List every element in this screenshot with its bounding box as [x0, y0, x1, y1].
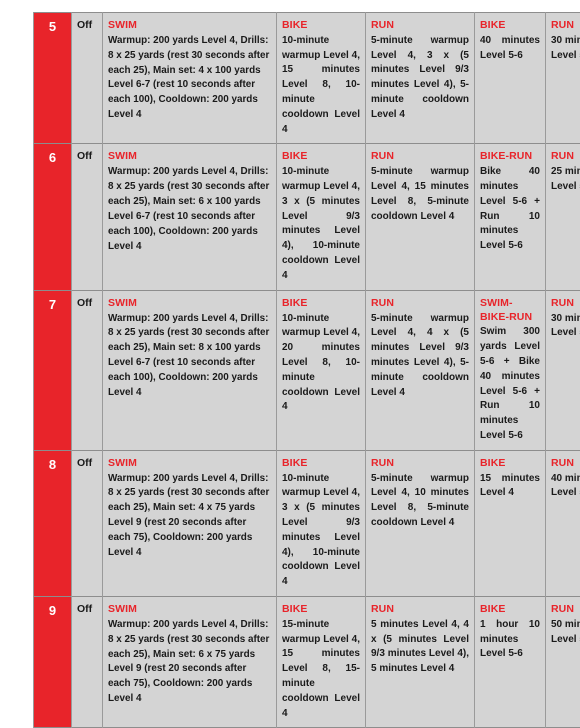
run-workout-cell: RUN 5-minute warmup Level 4, 3 x (5 minu…: [366, 13, 475, 144]
workout-detail: 40 minutes Level 5-6: [551, 472, 580, 502]
week-number-cell: 7: [34, 290, 72, 450]
workout-detail: 15 minutes Level 4: [480, 472, 540, 502]
table-row: 5 Off SWIM Warmup: 200 yards Level 4, Dr…: [34, 13, 580, 144]
rest-day-cell: Off: [72, 597, 103, 728]
workout-detail: 10-minute warmup Level 4, 15 minutes Lev…: [282, 34, 360, 138]
weekend-run-cell: RUN 50 minutes Level 5-6: [546, 597, 580, 728]
weekend-brick-cell: SWIM-BIKE-RUN Swim 300 yards Level 5-6 +…: [475, 290, 546, 450]
workout-detail: Warmup: 200 yards Level 4, Drills: 8 x 2…: [108, 312, 271, 401]
discipline-label: SWIM-BIKE-RUN: [480, 297, 540, 325]
workout-detail: Warmup: 200 yards Level 4, Drills: 8 x 2…: [108, 472, 271, 561]
discipline-label: BIKE: [480, 457, 540, 471]
week-number-cell: 6: [34, 144, 72, 290]
week-number-cell: 9: [34, 597, 72, 728]
weekend-run-cell: RUN 30 minutes Level 5-6: [546, 290, 580, 450]
weekend-brick-cell: BIKE-RUN Bike 40 minutes Level 5-6 + Run…: [475, 144, 546, 290]
table-row: 8 Off SWIM Warmup: 200 yards Level 4, Dr…: [34, 450, 580, 596]
weekend-run-cell: RUN 40 minutes Level 5-6: [546, 450, 580, 596]
rest-day-cell: Off: [72, 290, 103, 450]
discipline-label: RUN: [371, 297, 469, 311]
discipline-label: RUN: [371, 603, 469, 617]
discipline-label: SWIM: [108, 297, 271, 311]
discipline-label: BIKE: [282, 297, 360, 311]
discipline-label: RUN: [551, 603, 580, 617]
workout-detail: 5 minutes Level 4, 4 x (5 minutes Level …: [371, 618, 469, 677]
workout-detail: Swim 300 yards Level 5-6 + Bike 40 minut…: [480, 325, 540, 443]
workout-detail: 40 minutes Level 5-6: [480, 34, 540, 64]
workout-detail: 10-minute warmup Level 4, 3 x (5 minutes…: [282, 472, 360, 590]
discipline-label: RUN: [371, 19, 469, 33]
run-workout-cell: RUN 5 minutes Level 4, 4 x (5 minutes Le…: [366, 597, 475, 728]
discipline-label: RUN: [371, 150, 469, 164]
workout-detail: 10-minute warmup Level 4, 20 minutes Lev…: [282, 312, 360, 416]
weekend-bike-cell: BIKE 15 minutes Level 4: [475, 450, 546, 596]
bike-workout-cell: BIKE 10-minute warmup Level 4, 3 x (5 mi…: [277, 450, 366, 596]
workout-detail: 5-minute warmup Level 4, 10 minutes Leve…: [371, 472, 469, 531]
discipline-label: BIKE: [282, 150, 360, 164]
swim-workout-cell: SWIM Warmup: 200 yards Level 4, Drills: …: [103, 597, 277, 728]
weekend-run-cell: RUN 25 minutes Level 5-6: [546, 144, 580, 290]
workout-detail: Warmup: 200 yards Level 4, Drills: 8 x 2…: [108, 165, 271, 254]
training-schedule-table: 5 Off SWIM Warmup: 200 yards Level 4, Dr…: [33, 12, 580, 728]
workout-detail: 1 hour 10 minutes Level 5-6: [480, 618, 540, 662]
discipline-label: BIKE: [282, 603, 360, 617]
workout-detail: 30 minutes Level 5-6: [551, 34, 580, 64]
discipline-label: RUN: [551, 297, 580, 311]
table-row: 6 Off SWIM Warmup: 200 yards Level 4, Dr…: [34, 144, 580, 290]
bike-workout-cell: BIKE 15-minute warmup Level 4, 15 minute…: [277, 597, 366, 728]
bike-workout-cell: BIKE 10-minute warmup Level 4, 20 minute…: [277, 290, 366, 450]
workout-detail: 5-minute warmup Level 4, 3 x (5 minutes …: [371, 34, 469, 123]
workout-detail: 50 minutes Level 5-6: [551, 618, 580, 648]
discipline-label: BIKE: [282, 457, 360, 471]
discipline-label: SWIM: [108, 457, 271, 471]
discipline-label: RUN: [371, 457, 469, 471]
workout-detail: 30 minutes Level 5-6: [551, 312, 580, 342]
workout-detail: 5-minute warmup Level 4, 15 minutes Leve…: [371, 165, 469, 224]
swim-workout-cell: SWIM Warmup: 200 yards Level 4, Drills: …: [103, 144, 277, 290]
workout-detail: 15-minute warmup Level 4, 15 minutes Lev…: [282, 618, 360, 722]
swim-workout-cell: SWIM Warmup: 200 yards Level 4, Drills: …: [103, 450, 277, 596]
discipline-label: SWIM: [108, 19, 271, 33]
workout-detail: 25 minutes Level 5-6: [551, 165, 580, 195]
swim-workout-cell: SWIM Warmup: 200 yards Level 4, Drills: …: [103, 13, 277, 144]
week-number-cell: 5: [34, 13, 72, 144]
discipline-label: RUN: [551, 457, 580, 471]
table-body: 5 Off SWIM Warmup: 200 yards Level 4, Dr…: [34, 13, 580, 728]
discipline-label: BIKE-RUN: [480, 150, 540, 164]
discipline-label: SWIM: [108, 150, 271, 164]
week-number-cell: 8: [34, 450, 72, 596]
discipline-label: RUN: [551, 150, 580, 164]
run-workout-cell: RUN 5-minute warmup Level 4, 10 minutes …: [366, 450, 475, 596]
rest-day-cell: Off: [72, 13, 103, 144]
discipline-label: RUN: [551, 19, 580, 33]
discipline-label: BIKE: [282, 19, 360, 33]
table-row: 7 Off SWIM Warmup: 200 yards Level 4, Dr…: [34, 290, 580, 450]
run-workout-cell: RUN 5-minute warmup Level 4, 4 x (5 minu…: [366, 290, 475, 450]
workout-detail: 5-minute warmup Level 4, 4 x (5 minutes …: [371, 312, 469, 401]
rest-day-cell: Off: [72, 450, 103, 596]
run-workout-cell: RUN 5-minute warmup Level 4, 15 minutes …: [366, 144, 475, 290]
bike-workout-cell: BIKE 10-minute warmup Level 4, 3 x (5 mi…: [277, 144, 366, 290]
discipline-label: BIKE: [480, 603, 540, 617]
weekend-bike-cell: BIKE 40 minutes Level 5-6: [475, 13, 546, 144]
table-row: 9 Off SWIM Warmup: 200 yards Level 4, Dr…: [34, 597, 580, 728]
bike-workout-cell: BIKE 10-minute warmup Level 4, 15 minute…: [277, 13, 366, 144]
workout-detail: Warmup: 200 yards Level 4, Drills: 8 x 2…: [108, 618, 271, 707]
swim-workout-cell: SWIM Warmup: 200 yards Level 4, Drills: …: [103, 290, 277, 450]
workout-detail: 10-minute warmup Level 4, 3 x (5 minutes…: [282, 165, 360, 283]
discipline-label: SWIM: [108, 603, 271, 617]
discipline-label: BIKE: [480, 19, 540, 33]
rest-day-cell: Off: [72, 144, 103, 290]
weekend-bike-cell: BIKE 1 hour 10 minutes Level 5-6: [475, 597, 546, 728]
weekend-run-cell: RUN 30 minutes Level 5-6: [546, 13, 580, 144]
workout-detail: Bike 40 minutes Level 5-6 + Run 10 minut…: [480, 165, 540, 254]
workout-detail: Warmup: 200 yards Level 4, Drills: 8 x 2…: [108, 34, 271, 123]
